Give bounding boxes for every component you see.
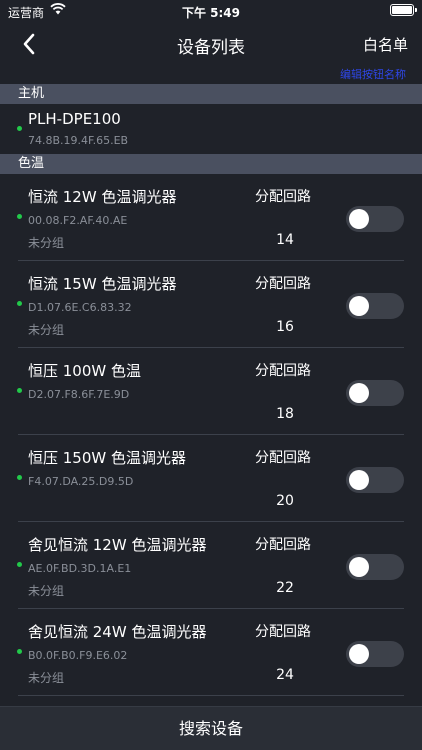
device-name: 舍见恒流 12W 色温调光器 xyxy=(28,536,207,554)
whitelist-button[interactable]: 白名单 xyxy=(363,34,408,55)
device-group: 未分组 xyxy=(28,584,65,598)
device-toggle[interactable] xyxy=(346,467,404,493)
assign-loop-value: 20 xyxy=(276,493,294,509)
toggle-knob xyxy=(349,644,369,664)
status-bar: 运营商 下午 5:49 xyxy=(0,0,422,22)
device-mac: F4.07.DA.25.D9.5D xyxy=(28,475,134,488)
device-mac: 00.08.F2.AF.40.AE xyxy=(28,214,128,227)
device-mac: D2.07.F8.6F.7E.9D xyxy=(28,388,130,401)
device-row[interactable]: 恒压 150W 色温调光器 F4.07.DA.25.D9.5D 分配回路 20 xyxy=(0,435,422,522)
online-status-dot xyxy=(17,649,22,654)
online-status-dot xyxy=(17,475,22,480)
device-name: 恒流 15W 色温调光器 xyxy=(28,275,177,293)
device-name: 恒压 150W 色温调光器 xyxy=(28,449,186,467)
status-time: 下午 5:49 xyxy=(181,6,241,20)
device-row[interactable]: 恒流 15W 色温调光器 D1.07.6E.C6.83.32 未分组 分配回路 … xyxy=(0,261,422,348)
host-row[interactable]: PLH-DPE100 74.8B.19.4F.65.EB xyxy=(0,104,422,154)
device-group: 未分组 xyxy=(28,323,65,337)
toggle-knob xyxy=(349,209,369,229)
search-devices-button[interactable]: 搜索设备 xyxy=(0,706,422,750)
page-title: 设备列表 xyxy=(177,38,245,58)
section-header-color-temp: 色温 xyxy=(0,154,422,174)
assign-loop-label: 分配回路 xyxy=(255,624,311,640)
device-name: 舍见恒流 24W 色温调光器 xyxy=(28,623,207,641)
device-row[interactable]: 舍见恒流 24W 色温调光器 B0.0F.B0.F9.E6.02 未分组 分配回… xyxy=(0,609,422,696)
divider xyxy=(18,695,404,696)
device-toggle[interactable] xyxy=(346,206,404,232)
toggle-knob xyxy=(349,557,369,577)
toggle-knob xyxy=(349,383,369,403)
toggle-knob xyxy=(349,296,369,316)
device-toggle[interactable] xyxy=(346,380,404,406)
assign-loop-value: 24 xyxy=(276,667,294,683)
device-row[interactable]: 舍见恒流 12W 色温调光器 AE.0F.BD.3D.1A.E1 未分组 分配回… xyxy=(0,522,422,609)
online-status-dot xyxy=(17,126,22,131)
assign-loop-value: 16 xyxy=(276,319,294,335)
device-group: 未分组 xyxy=(28,236,65,250)
section-header-host: 主机 xyxy=(0,84,422,104)
device-name: 恒流 12W 色温调光器 xyxy=(28,188,177,206)
device-mac: B0.0F.B0.F9.E6.02 xyxy=(28,649,128,662)
edit-button-names-link[interactable]: 编辑按钮名称 xyxy=(340,66,406,82)
host-name: PLH-DPE100 xyxy=(28,110,121,128)
device-toggle[interactable] xyxy=(346,293,404,319)
toggle-knob xyxy=(349,470,369,490)
device-row[interactable]: 恒压 100W 色温 D2.07.F8.6F.7E.9D 分配回路 18 xyxy=(0,348,422,435)
assign-loop-value: 18 xyxy=(276,406,294,422)
device-group: 未分组 xyxy=(28,671,65,685)
assign-loop-label: 分配回路 xyxy=(255,450,311,466)
device-toggle[interactable] xyxy=(346,554,404,580)
device-name: 恒压 100W 色温 xyxy=(28,362,141,380)
online-status-dot xyxy=(17,301,22,306)
assign-loop-label: 分配回路 xyxy=(255,537,311,553)
device-mac: D1.07.6E.C6.83.32 xyxy=(28,301,132,314)
host-mac: 74.8B.19.4F.65.EB xyxy=(28,134,129,147)
nav-bar: 设备列表 白名单 xyxy=(0,22,422,66)
assign-loop-label: 分配回路 xyxy=(255,276,311,292)
online-status-dot xyxy=(17,388,22,393)
device-toggle[interactable] xyxy=(346,641,404,667)
assign-loop-value: 14 xyxy=(276,232,294,248)
online-status-dot xyxy=(17,562,22,567)
online-status-dot xyxy=(17,214,22,219)
assign-loop-label: 分配回路 xyxy=(255,363,311,379)
device-row[interactable]: 恒流 12W 色温调光器 00.08.F2.AF.40.AE 未分组 分配回路 … xyxy=(0,174,422,261)
device-mac: AE.0F.BD.3D.1A.E1 xyxy=(28,562,132,575)
battery-icon xyxy=(390,4,417,16)
assign-loop-label: 分配回路 xyxy=(255,189,311,205)
assign-loop-value: 22 xyxy=(276,580,294,596)
